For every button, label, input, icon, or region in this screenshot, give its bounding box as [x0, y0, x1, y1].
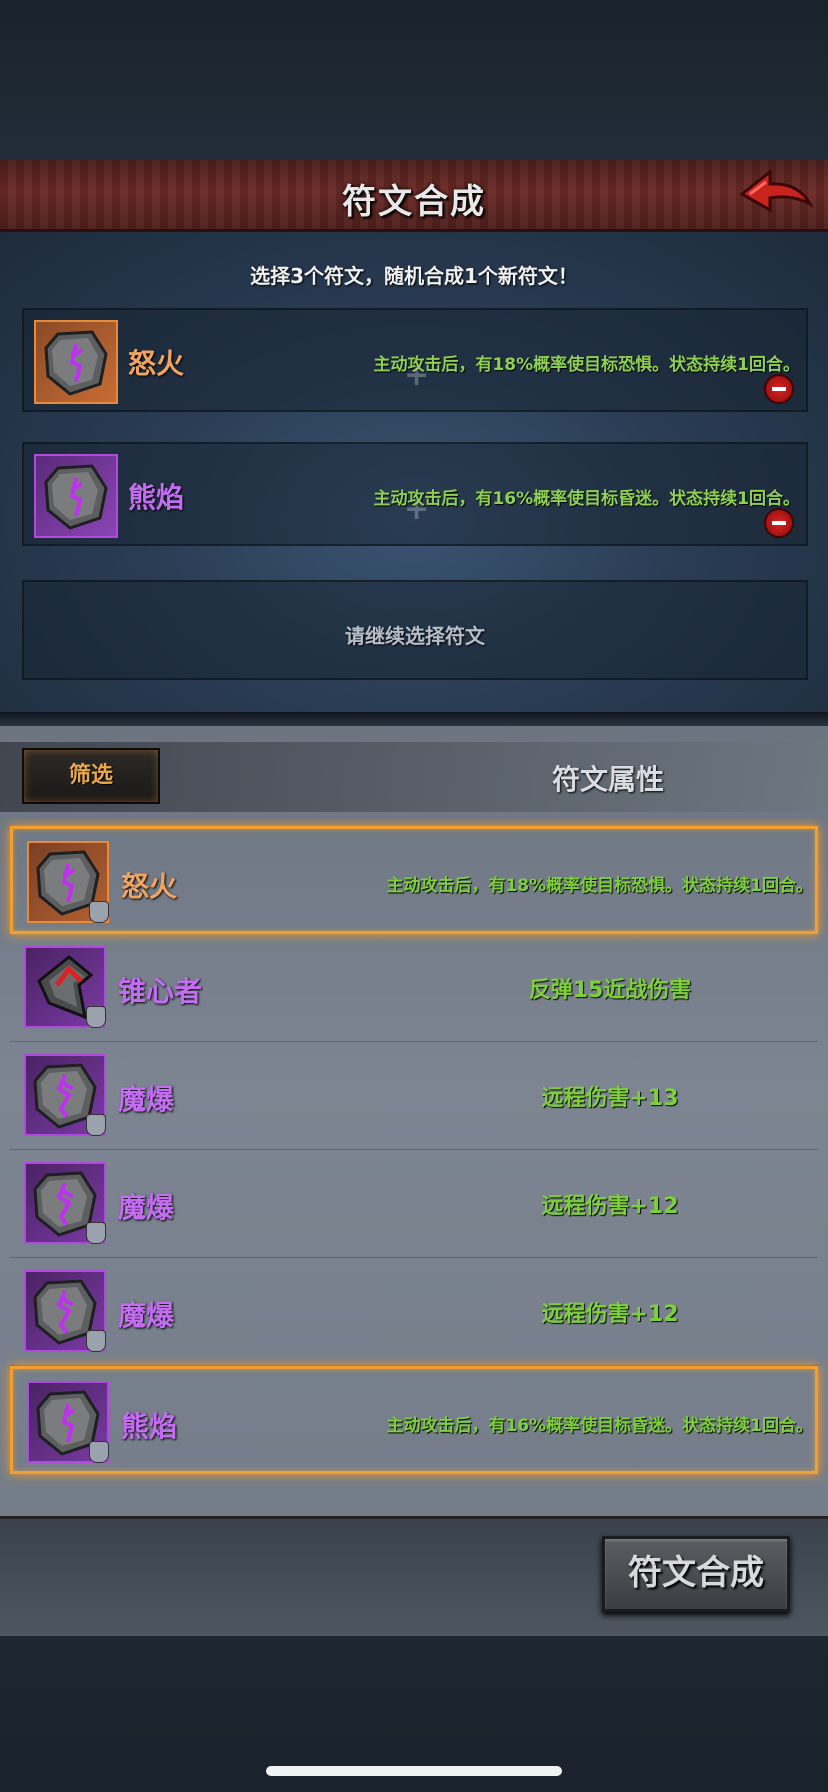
rune-merge-button[interactable]: 符文合成	[602, 1536, 790, 1612]
rune-name: 魔爆	[118, 1083, 175, 1116]
slot-rune-desc: 主动攻击后，有18%概率使目标恐惧。状态持续1回合。	[373, 355, 800, 375]
rune-stone-icon	[44, 464, 108, 530]
top-background	[0, 0, 828, 160]
rune-desc: 远程伤害+13	[541, 1086, 679, 1111]
synthesis-panel: 选择3个符文，随机合成1个新符文！ 怒火 主动攻击后，有18%概率使目标恐惧。状…	[0, 232, 828, 712]
rune-list[interactable]: 怒火 主动攻击后，有18%概率使目标恐惧。状态持续1回合。 锥心者 反弹15近战…	[0, 818, 828, 1630]
rune-name: 怒火	[121, 870, 178, 903]
plus-icon: +	[404, 358, 430, 393]
rune-row[interactable]: 魔爆 远程伤害+12	[10, 1258, 818, 1366]
filter-button[interactable]: 筛选	[22, 748, 160, 804]
plus-icon: +	[404, 492, 430, 527]
back-arrow-icon	[739, 168, 814, 213]
rune-row[interactable]: 魔爆 远程伤害+12	[10, 1150, 818, 1258]
rune-row[interactable]: 锥心者 反弹15近战伤害	[10, 934, 818, 1042]
attribute-header: 符文属性	[552, 763, 665, 796]
lock-icon	[86, 1330, 106, 1352]
slot-rune-name: 怒火	[128, 347, 185, 380]
back-button[interactable]	[736, 164, 816, 228]
page-title: 符文合成	[342, 182, 486, 222]
rune-desc: 主动攻击后，有16%概率使目标昏迷。状态持续1回合。	[386, 1416, 813, 1436]
rune-desc: 远程伤害+12	[541, 1194, 679, 1219]
rune-row[interactable]: 怒火 主动攻击后，有18%概率使目标恐惧。状态持续1回合。	[10, 826, 818, 934]
remove-rune-button[interactable]	[764, 508, 794, 538]
rune-icon-frame	[24, 1270, 106, 1352]
lock-icon	[89, 1441, 109, 1463]
rune-row[interactable]: 魔爆 远程伤害+13	[10, 1042, 818, 1150]
slot-rune-desc: 主动攻击后，有16%概率使目标昏迷。状态持续1回合。	[373, 489, 800, 509]
rune-inventory-panel: 筛选 符文属性 怒火 主动攻击后，有18%概率使目标恐惧。状态持续1回合。 锥心…	[0, 726, 828, 1631]
rune-icon-frame	[24, 1054, 106, 1136]
lock-icon	[86, 1222, 106, 1244]
rune-icon-frame	[24, 946, 106, 1028]
instruction-text: 选择3个符文，随机合成1个新符文！	[250, 264, 578, 288]
rune-name: 锥心者	[118, 975, 203, 1008]
slot-rune-name: 熊焰	[128, 481, 185, 514]
title-bar: 符文合成	[0, 160, 828, 232]
panel-divider	[0, 712, 828, 726]
rune-icon-frame	[24, 1162, 106, 1244]
lock-icon	[86, 1006, 106, 1028]
rune-slot-icon	[34, 320, 118, 404]
empty-slot-hint: 请继续选择符文	[345, 624, 485, 648]
rune-name: 魔爆	[118, 1191, 175, 1224]
lock-icon	[86, 1114, 106, 1136]
rune-slot-icon	[34, 454, 118, 538]
rune-desc: 主动攻击后，有18%概率使目标恐惧。状态持续1回合。	[386, 876, 813, 896]
rune-desc: 远程伤害+12	[541, 1302, 679, 1327]
empty-slot[interactable]: 请继续选择符文	[22, 580, 808, 680]
rune-icon-frame	[27, 841, 109, 923]
lock-icon	[89, 901, 109, 923]
rune-icon-frame	[27, 1381, 109, 1463]
rune-name: 魔爆	[118, 1299, 175, 1332]
rune-desc: 反弹15近战伤害	[528, 978, 692, 1003]
rune-name: 熊焰	[121, 1410, 178, 1443]
rune-row[interactable]: 熊焰 主动攻击后，有16%概率使目标昏迷。状态持续1回合。	[10, 1366, 818, 1474]
rune-stone-icon	[44, 330, 108, 396]
home-indicator[interactable]	[266, 1766, 562, 1776]
remove-rune-button[interactable]	[764, 374, 794, 404]
